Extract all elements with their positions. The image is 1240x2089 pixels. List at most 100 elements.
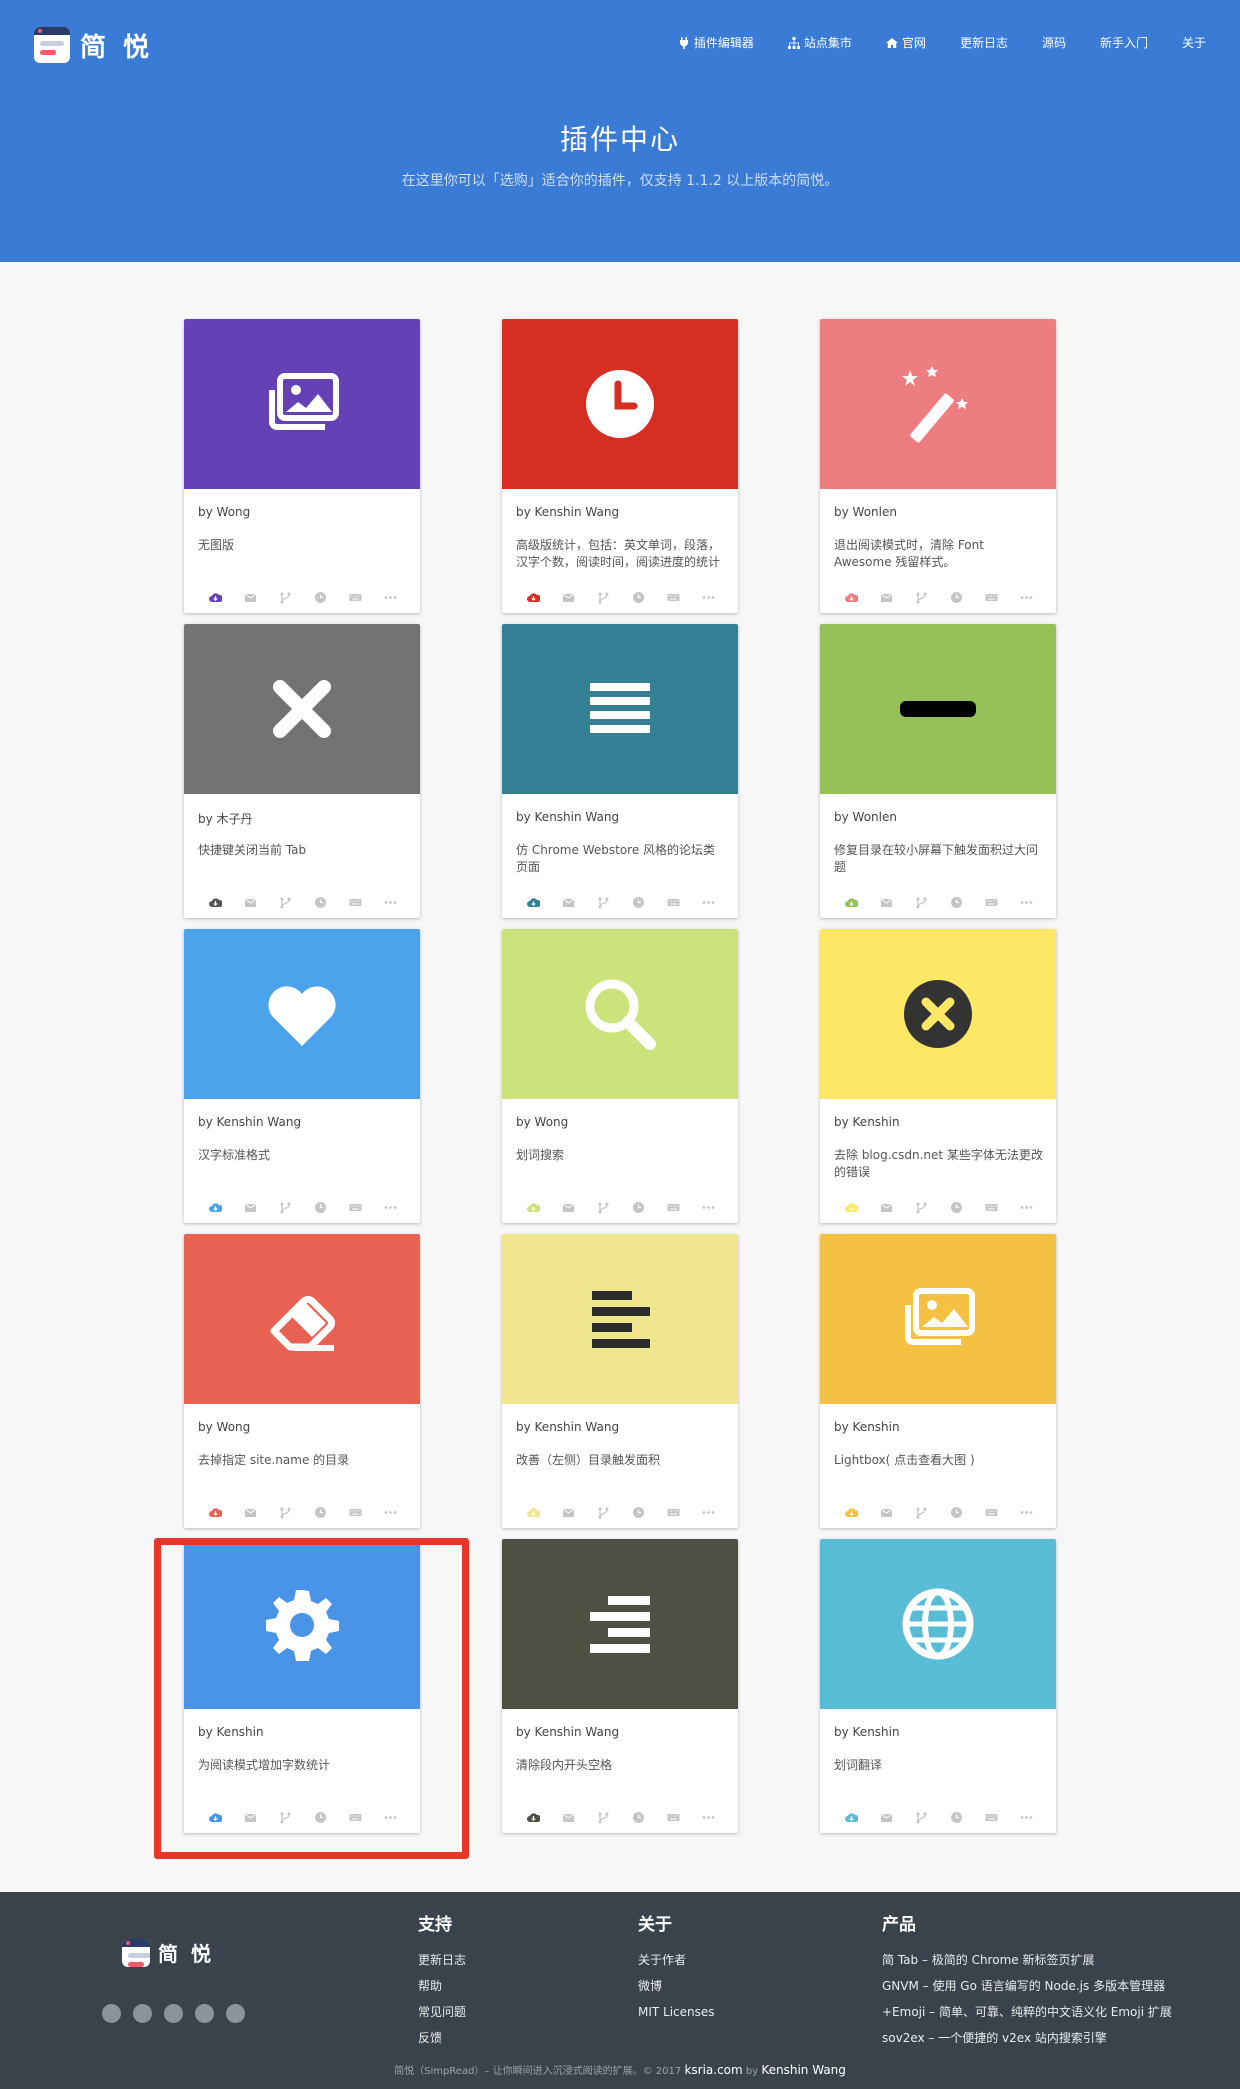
history-icon[interactable] (949, 1201, 964, 1214)
history-icon[interactable] (631, 1811, 646, 1824)
footer-brand[interactable]: 简 悦 (122, 1938, 214, 1967)
more-icon[interactable] (383, 1201, 398, 1214)
mail-icon[interactable] (561, 1201, 576, 1214)
footer-link[interactable]: GNVM – 使用 Go 语言编写的 Node.js 多版本管理器 (882, 1973, 1172, 1999)
plugin-card[interactable]: by Kenshin 去除 blog.csdn.net 某些字体无法更改的错误 (820, 929, 1056, 1223)
branch-icon[interactable] (278, 1506, 293, 1519)
keyboard-icon[interactable] (666, 896, 681, 909)
more-icon[interactable] (1019, 591, 1034, 604)
facebook-icon[interactable] (164, 2004, 183, 2023)
google-plus-icon[interactable] (195, 2004, 214, 2023)
mail-icon[interactable] (561, 1506, 576, 1519)
nav-item-changelog[interactable]: 更新日志 (960, 34, 1008, 51)
keyboard-icon[interactable] (984, 896, 999, 909)
mail-icon[interactable] (243, 1201, 258, 1214)
more-icon[interactable] (701, 1506, 716, 1519)
more-icon[interactable] (383, 1506, 398, 1519)
keyboard-icon[interactable] (984, 1506, 999, 1519)
mail-icon[interactable] (561, 1811, 576, 1824)
download-icon[interactable] (208, 1201, 223, 1214)
footer-link[interactable]: MIT Licenses (638, 1999, 715, 2025)
footer-link[interactable]: +Emoji – 简单、可靠、纯粹的中文语义化 Emoji 扩展 (882, 1999, 1172, 2025)
keyboard-icon[interactable] (348, 896, 363, 909)
nav-item-home[interactable]: 官网 (885, 34, 926, 51)
mail-icon[interactable] (243, 1811, 258, 1824)
plugin-card[interactable]: by Kenshin Wang 仿 Chrome Webstore 风格的论坛类页… (502, 624, 738, 918)
plugin-card[interactable]: by Wonlen 修复目录在较小屏幕下触发面积过大问题 (820, 624, 1056, 918)
history-icon[interactable] (313, 591, 328, 604)
branch-icon[interactable] (914, 896, 929, 909)
footer-link[interactable]: 微博 (638, 1973, 715, 1999)
more-icon[interactable] (1019, 896, 1034, 909)
branch-icon[interactable] (914, 1811, 929, 1824)
branch-icon[interactable] (596, 591, 611, 604)
nav-item-about[interactable]: 关于 (1182, 34, 1206, 51)
branch-icon[interactable] (596, 896, 611, 909)
footer-link[interactable]: 更新日志 (418, 1947, 466, 1973)
keyboard-icon[interactable] (348, 1201, 363, 1214)
history-icon[interactable] (631, 1506, 646, 1519)
more-icon[interactable] (383, 896, 398, 909)
plugin-card[interactable]: by Kenshin 为阅读模式增加字数统计 (184, 1539, 420, 1833)
plugin-card[interactable]: by Wong 去掉指定 site.name 的目录 (184, 1234, 420, 1528)
download-icon[interactable] (526, 591, 541, 604)
branch-icon[interactable] (914, 591, 929, 604)
twitter-icon[interactable] (133, 2004, 152, 2023)
branch-icon[interactable] (914, 1201, 929, 1214)
download-icon[interactable] (208, 896, 223, 909)
mail-icon[interactable] (879, 591, 894, 604)
download-icon[interactable] (844, 896, 859, 909)
more-icon[interactable] (383, 1811, 398, 1824)
more-icon[interactable] (1019, 1201, 1034, 1214)
plugin-card[interactable]: by Wong 划词搜索 (502, 929, 738, 1223)
branch-icon[interactable] (596, 1506, 611, 1519)
keyboard-icon[interactable] (348, 1506, 363, 1519)
download-icon[interactable] (526, 896, 541, 909)
nav-item-site-market[interactable]: 站点集市 (787, 34, 852, 51)
download-icon[interactable] (844, 1811, 859, 1824)
mail-icon[interactable] (879, 1201, 894, 1214)
footer-link[interactable]: 关于作者 (638, 1947, 715, 1973)
more-icon[interactable] (1019, 1811, 1034, 1824)
history-icon[interactable] (313, 896, 328, 909)
more-icon[interactable] (701, 1201, 716, 1214)
branch-icon[interactable] (596, 1811, 611, 1824)
footer-link[interactable]: 简 Tab – 极简的 Chrome 新标签页扩展 (882, 1947, 1172, 1973)
keyboard-icon[interactable] (984, 591, 999, 604)
more-icon[interactable] (383, 591, 398, 604)
branch-icon[interactable] (914, 1506, 929, 1519)
footer-link[interactable]: 反馈 (418, 2025, 466, 2051)
plugin-card[interactable]: by Kenshin Lightbox( 点击查看大图 ) (820, 1234, 1056, 1528)
nav-item-source[interactable]: 源码 (1042, 34, 1066, 51)
brand[interactable]: 简 悦 (34, 26, 153, 64)
download-icon[interactable] (526, 1811, 541, 1824)
branch-icon[interactable] (278, 1811, 293, 1824)
keyboard-icon[interactable] (666, 591, 681, 604)
history-icon[interactable] (631, 591, 646, 604)
more-icon[interactable] (701, 591, 716, 604)
mail-icon[interactable] (561, 591, 576, 604)
nav-item-plugin-editor[interactable]: 插件编辑器 (678, 34, 754, 51)
footer-link[interactable]: 帮助 (418, 1973, 466, 1999)
mail-icon[interactable] (243, 591, 258, 604)
plugin-card[interactable]: by Wong 无图版 (184, 319, 420, 613)
footer-link[interactable]: sov2ex – 一个便捷的 v2ex 站内搜索引擎 (882, 2025, 1172, 2051)
footer-link[interactable]: 常见问题 (418, 1999, 466, 2025)
plugin-card[interactable]: by Kenshin Wang 汉字标准格式 (184, 929, 420, 1223)
keyboard-icon[interactable] (984, 1201, 999, 1214)
keyboard-icon[interactable] (348, 591, 363, 604)
mail-icon[interactable] (243, 896, 258, 909)
download-icon[interactable] (526, 1201, 541, 1214)
history-icon[interactable] (949, 896, 964, 909)
plugin-card[interactable]: by Wonlen 退出阅读模式时，清除 Font Awesome 残留样式。 (820, 319, 1056, 613)
branch-icon[interactable] (278, 896, 293, 909)
mail-icon[interactable] (879, 1811, 894, 1824)
weibo-icon[interactable] (102, 2004, 121, 2023)
keyboard-icon[interactable] (348, 1811, 363, 1824)
download-icon[interactable] (208, 1506, 223, 1519)
site-link[interactable]: ksria.com (684, 2063, 742, 2077)
history-icon[interactable] (949, 1811, 964, 1824)
history-icon[interactable] (313, 1201, 328, 1214)
keyboard-icon[interactable] (666, 1506, 681, 1519)
telegram-icon[interactable] (226, 2004, 245, 2023)
